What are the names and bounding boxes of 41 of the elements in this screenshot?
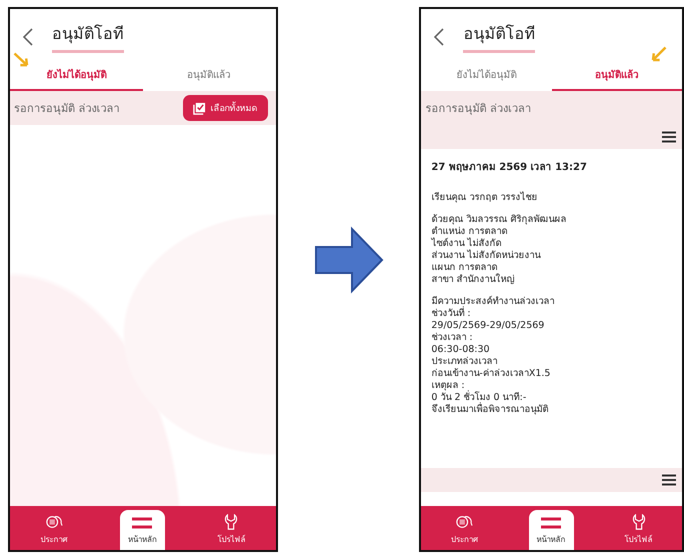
checkbox-icon xyxy=(192,102,206,114)
message-line: ช่วงเวลา : xyxy=(431,332,474,344)
page-title: อนุมัติโอที xyxy=(52,21,124,53)
nav-item[interactable]: หน้าหลัก xyxy=(528,510,574,550)
message-line: ช่วงวันที่ : xyxy=(431,308,472,320)
chat-bubbles-icon xyxy=(44,514,63,530)
subheader-text: รอการอนุมัติ ล่วงเวลา xyxy=(425,101,531,117)
nav-item[interactable]: หน้าหลัก xyxy=(120,510,165,550)
message-line: 29/05/2569-29/05/2569 xyxy=(431,320,546,332)
menu-icon[interactable] xyxy=(662,474,676,486)
message-line: จึงเรียนมาเพื่อพิจารณาอนุมัติ xyxy=(431,404,550,416)
message-line: ส่วนงาน ไม่สังกัดหน่วยงาน xyxy=(431,250,542,262)
message-line: 06:30-08:30 xyxy=(431,344,491,356)
page-title: อนุมัติโอที xyxy=(463,21,536,53)
chat-bubbles-icon xyxy=(455,514,474,530)
message-line: แผนก การตลาด xyxy=(431,262,498,274)
message-line: ไซต์งาน ไม่สังกัด xyxy=(431,238,502,250)
wrench-icon xyxy=(630,514,647,530)
menu-icon[interactable] xyxy=(662,131,676,143)
message-line: ก่อนเข้างาน-ค่าล่วงเวลาX1.5 xyxy=(431,368,552,380)
message-line: เรียนคุณ วรกฤต วรรงไชย xyxy=(431,192,538,204)
message-line: มีความประสงค์ทำงานล่วงเวลา xyxy=(431,296,556,307)
equals-icon xyxy=(131,516,154,530)
select-all-button[interactable]: เลือกทั้งหมด xyxy=(182,95,268,121)
nav-item[interactable]: ประกาศ xyxy=(442,508,486,550)
nav-item[interactable]: โปรไฟล์ xyxy=(616,508,661,550)
nav-item[interactable]: ประกาศ xyxy=(32,508,76,550)
message-line: ประเภทล่วงเวลา xyxy=(431,356,498,368)
back-icon[interactable] xyxy=(433,27,446,47)
message-line: สาขา สำนักงานใหญ่ xyxy=(431,274,516,286)
message-line: เหตุผล : xyxy=(431,380,465,391)
wrench-icon xyxy=(223,514,240,530)
message-date: 27 พฤษภาคม 2569 เวลา 13:27 xyxy=(431,161,588,174)
back-icon[interactable] xyxy=(22,27,34,47)
equals-icon xyxy=(540,516,562,530)
message-line: ด้วยคุณ วิมลวรรณ ศิริกุลพัฒนผล xyxy=(431,214,568,226)
nav-item[interactable]: โปรไฟล์ xyxy=(209,508,254,550)
message-line: ตำแหน่ง การตลาด xyxy=(431,226,508,238)
subheader-text: รอการอนุมัติ ล่วงเวลา xyxy=(14,101,120,117)
message-line: 0 วัน 2 ชั่วโมง 0 นาที:- xyxy=(431,392,526,403)
right-arrow-icon xyxy=(314,224,384,294)
